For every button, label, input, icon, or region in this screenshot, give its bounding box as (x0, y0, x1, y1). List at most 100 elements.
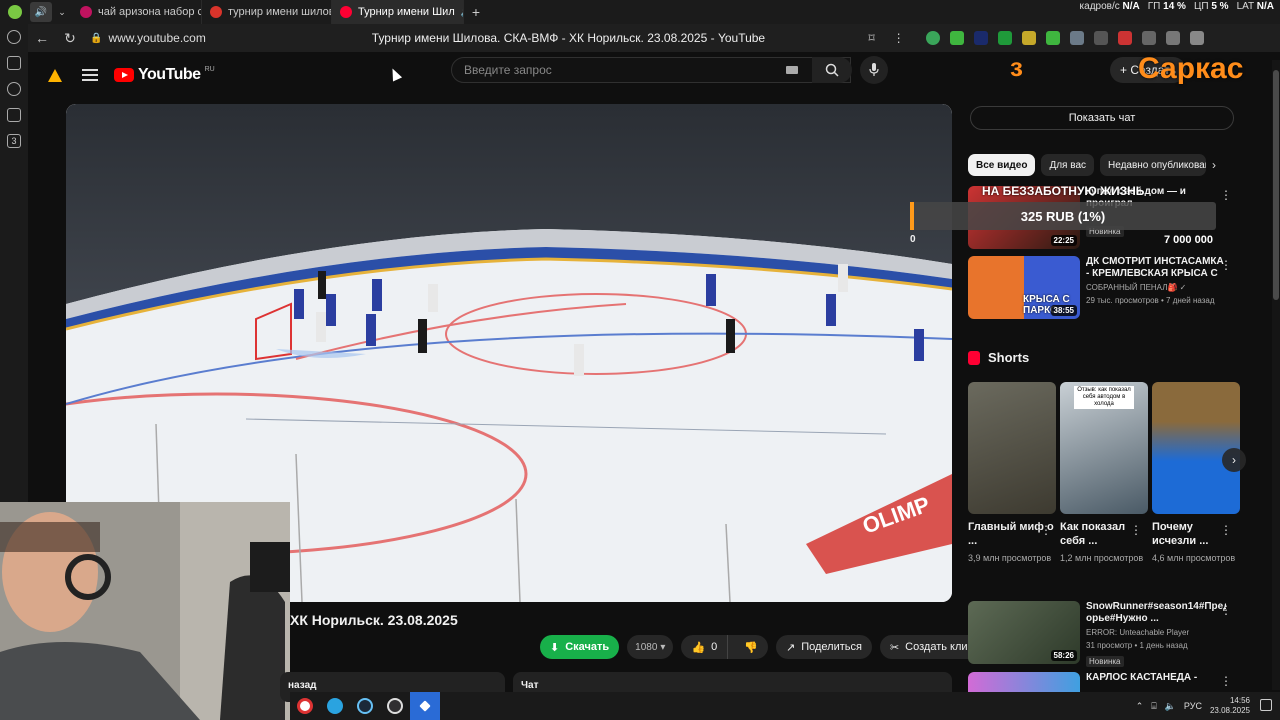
streamer-webcam (0, 502, 290, 720)
more-icon[interactable]: ⋮ (1220, 603, 1232, 617)
reload-icon[interactable]: ↻ (56, 24, 84, 52)
shorts-next-button[interactable]: › (1222, 448, 1246, 472)
chip-all-videos[interactable]: Все видео (968, 154, 1036, 176)
short-views: 4,6 млн просмотров (1152, 553, 1236, 563)
steam-taskbar-icon[interactable] (350, 692, 380, 720)
more-icon[interactable]: ⋮ (893, 31, 905, 45)
sidebar-counter-badge[interactable]: 3 (7, 134, 21, 148)
dislike-button[interactable]: 👎 (734, 641, 768, 654)
tab-3-active[interactable]: Турнир имени Шил 🔊 ✕ (332, 0, 464, 24)
quality-value: 1080 (635, 641, 658, 653)
video-info: SnowRunner#season14#Предг орье#Нужно ...… (1086, 601, 1226, 667)
extensions-menu-icon[interactable] (1165, 31, 1180, 45)
short-item[interactable]: Главный миф о ... 3,9 млн просмотров (968, 382, 1056, 565)
screenshot-icon[interactable] (7, 108, 21, 122)
channel-name[interactable]: СОБРАННЫЙ ПЕНАЛ🎒 ✓ (1086, 282, 1226, 293)
recommended-video[interactable]: 58:26 SnowRunner#season14#Предг орье#Нуж… (968, 601, 1236, 667)
menu-icon[interactable] (82, 69, 98, 81)
search-input[interactable] (464, 63, 764, 77)
short-item[interactable]: Отзыв: как показал себя автодом в холода… (1060, 382, 1148, 565)
short-thumbnail[interactable] (1152, 382, 1240, 514)
back-arrow-icon[interactable]: ← (28, 24, 56, 52)
download-extension-icon[interactable] (949, 31, 964, 45)
gpu-value: 14 % (1163, 1, 1186, 12)
tab-2[interactable]: турнир имени шилова — (202, 0, 332, 24)
video-thumbnail[interactable]: 58:26 (968, 601, 1080, 664)
shorts-icon (968, 350, 980, 365)
windows-taskbar: ⌃ ⌸ 🔈 РУС 14:56 23.08.2025 (290, 692, 1280, 720)
extension-icon[interactable] (1093, 31, 1108, 45)
download-button[interactable]: ⬇ Скачать (540, 635, 620, 659)
more-icon[interactable]: ⋮ (1220, 188, 1232, 202)
show-chat-button[interactable]: Показать чат (970, 106, 1234, 130)
video-duration: 58:26 (1050, 650, 1077, 661)
chevron-up-icon[interactable]: ⌃ (1136, 701, 1144, 712)
youtube-wordmark: YouTube (138, 66, 201, 83)
new-badge: Новинка (1086, 656, 1124, 667)
download-icon[interactable] (1189, 31, 1204, 45)
network-icon[interactable]: ⌸ (1151, 701, 1156, 712)
yandex-browser-taskbar-icon[interactable] (290, 692, 320, 720)
warning-icon[interactable] (48, 68, 62, 82)
donation-goal-progress: 325 RUB (1%) (1020, 208, 1106, 224)
scrollbar-thumb[interactable] (1273, 70, 1279, 300)
shorts-shelf: Главный миф о ... 3,9 млн просмотров Отз… (968, 382, 1240, 565)
video-thumbnail[interactable]: КРЫСА С ПАРКО 38:55 (968, 256, 1080, 319)
search-button[interactable] (812, 57, 852, 83)
video-title[interactable]: ДК СМОТРИТ ИНСТАСАМКА - КРЕМЛЕВСКАЯ КРЫС… (1086, 256, 1226, 280)
extension-icon[interactable] (973, 31, 988, 45)
new-tab-button[interactable]: + (464, 0, 488, 26)
volume-icon[interactable]: 🔈 (1165, 701, 1176, 712)
media-icon[interactable] (7, 82, 21, 96)
download-extension-icon[interactable] (1045, 31, 1060, 45)
like-button[interactable]: 👍 0 (681, 635, 729, 659)
tab-1[interactable]: чай аризона набор саапр (72, 0, 202, 24)
keyboard-icon[interactable] (786, 66, 798, 74)
tab-title: чай аризона набор саапр (98, 6, 201, 18)
short-item[interactable]: Почему исчезли ... 4,6 млн просмотров (1152, 382, 1240, 565)
extension-icon[interactable] (1021, 31, 1036, 45)
clock-date: 23.08.2025 (1209, 706, 1250, 715)
short-thumbnail[interactable] (968, 382, 1056, 514)
clock[interactable]: 14:56 23.08.2025 (1210, 696, 1250, 716)
extension-icon[interactable] (1141, 31, 1156, 45)
more-icon[interactable]: ⋮ (1220, 258, 1232, 272)
bookmark-icon[interactable]: ⌑ (868, 31, 874, 45)
share-button[interactable]: ↗ Поделиться (775, 635, 872, 659)
share-label: Поделиться (801, 641, 862, 653)
video-title[interactable]: КАРЛОС КАСТАНЕДА - (1086, 672, 1226, 684)
browser-logo-icon[interactable] (0, 0, 30, 26)
chip-recently-published[interactable]: Недавно опубликованн (1100, 154, 1206, 176)
chip-for-you[interactable]: Для вас (1041, 154, 1094, 176)
chevron-down-icon[interactable]: ⌄ (52, 0, 72, 26)
video-thumbnail[interactable] (968, 672, 1080, 692)
telegram-taskbar-icon[interactable] (320, 692, 350, 720)
audio-icon[interactable]: 🔊 (30, 2, 52, 22)
extension-icon[interactable] (997, 31, 1012, 45)
extensions-bar (921, 31, 1209, 45)
short-thumbnail[interactable]: Отзыв: как показал себя автодом в холода (1060, 382, 1148, 514)
extension-icon[interactable] (925, 31, 940, 45)
short-more-icon[interactable]: ⋮ (1220, 523, 1276, 537)
chevron-down-icon: ▾ (660, 641, 666, 653)
recommended-video[interactable]: КАРЛОС КАСТАНЕДА - ⋮ (968, 672, 1236, 692)
extension-icon[interactable] (1117, 31, 1132, 45)
more-icon[interactable]: ⋮ (1220, 674, 1232, 688)
chevron-right-icon[interactable]: › (1212, 158, 1216, 172)
page-scrollbar[interactable] (1272, 60, 1280, 690)
extension-icon[interactable] (1069, 31, 1084, 45)
youtube-logo[interactable]: YouTube RU (114, 66, 215, 84)
voice-search-button[interactable] (860, 56, 888, 84)
history-icon[interactable] (7, 30, 21, 44)
thumbs-down-icon: 👎 (744, 641, 758, 654)
language-indicator[interactable]: РУС (1184, 701, 1202, 711)
app-taskbar-icon[interactable] (410, 692, 440, 720)
recommended-video[interactable]: КРЫСА С ПАРКО 38:55 ДК СМОТРИТ ИНСТАСАМК… (968, 256, 1236, 320)
obs-taskbar-icon[interactable] (380, 692, 410, 720)
video-title[interactable]: SnowRunner#season14#Предг орье#Нужно ... (1086, 601, 1226, 625)
notifications-icon[interactable] (1260, 699, 1272, 711)
channel-name[interactable]: ERROR: Unteachable Player (1086, 627, 1226, 638)
collections-icon[interactable] (7, 56, 21, 70)
quality-selector[interactable]: 1080 ▾ (627, 635, 674, 659)
url-text[interactable]: www.youtube.com (108, 31, 308, 45)
